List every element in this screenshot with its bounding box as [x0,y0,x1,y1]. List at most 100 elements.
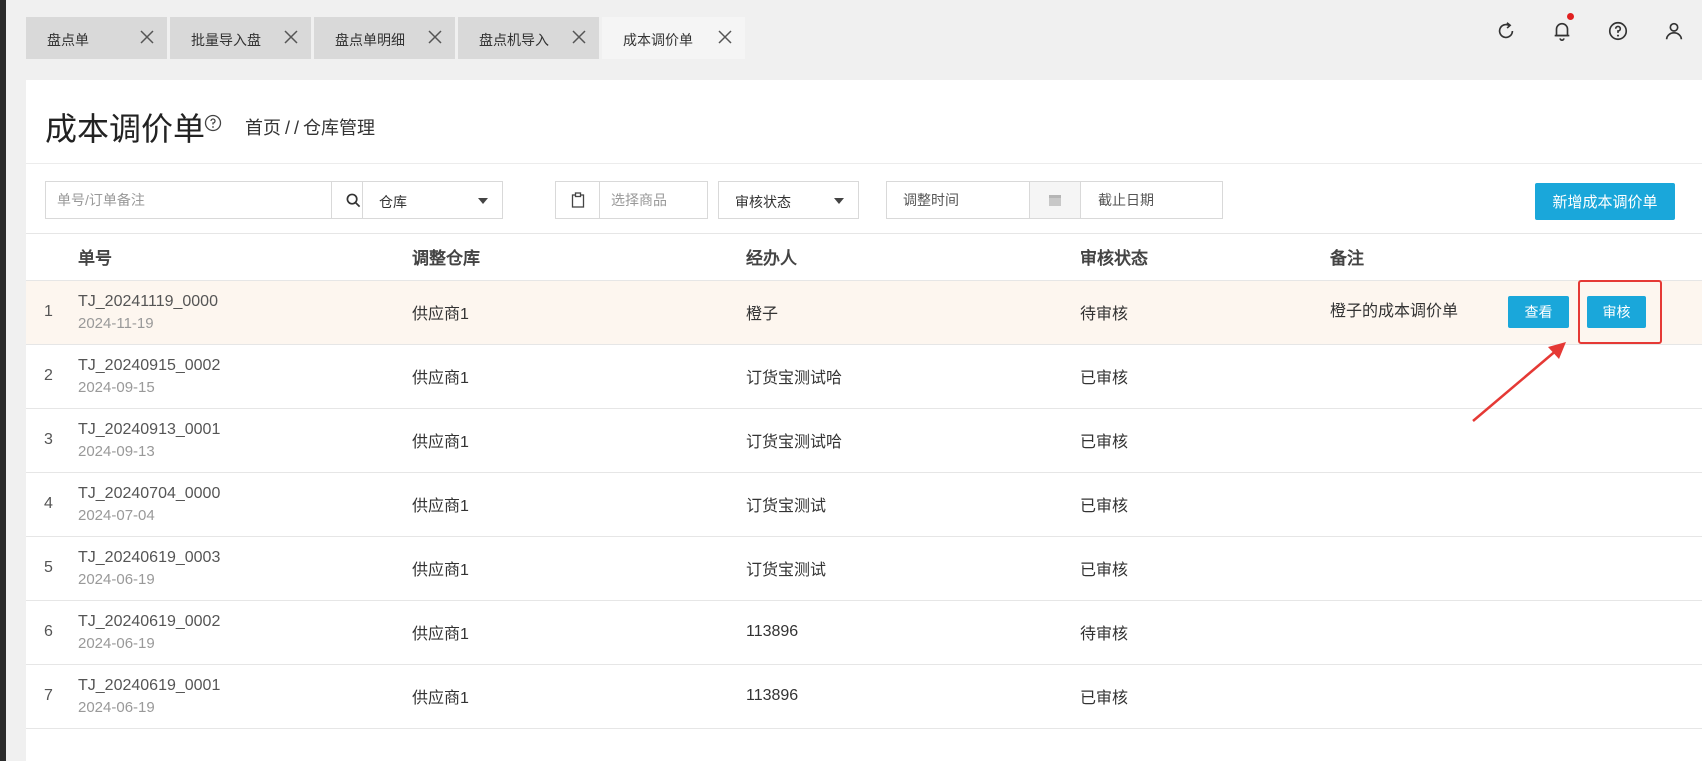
tab-inventory-count[interactable]: 盘点单 [26,17,167,59]
row-index: 5 [26,536,78,601]
order-date: 2024-06-19 [78,698,155,716]
header-operator: 经办人 [746,234,1080,281]
search-icon [346,193,361,207]
table-row[interactable]: 7 TJ_20240619_0001 2024-06-19 供应商1 113896… [26,664,1702,729]
warehouse-cell: 供应商1 [412,344,746,409]
table-row[interactable]: 2 TJ_20240915_0002 2024-09-15 供应商1 订货宝测试哈… [26,344,1702,409]
close-icon[interactable] [283,29,299,45]
header-actions [1478,13,1702,46]
order-no: TJ_20240913_0001 [78,420,221,438]
filter-bar: 仓库 审核状态 新增成本调价单 [26,164,1702,234]
header-remark: 备注 [1330,234,1702,281]
row-index: 4 [26,472,78,537]
status-select[interactable]: 审核状态 [718,181,859,219]
view-button[interactable]: 查看 [1508,296,1570,328]
annotation-arrow [1472,342,1566,422]
page-header: 成本调价单 首页 / / 仓库管理 [26,80,1702,164]
tab-label: 盘点机导入 [479,32,549,48]
order-date: 2024-07-04 [78,506,155,524]
status-cell: 已审核 [1080,664,1330,729]
breadcrumb-home[interactable]: 首页 [245,118,281,138]
table-row[interactable]: 5 TJ_20240619_0003 2024-06-19 供应商1 订货宝测试 … [26,536,1702,601]
add-cost-adjustment-button[interactable]: 新增成本调价单 [1535,183,1675,220]
warehouse-cell: 供应商1 [412,600,746,665]
warehouse-cell: 供应商1 [412,472,746,537]
remark-cell [1330,536,1702,601]
tab-label: 批量导入盘 [191,32,261,48]
order-cell: TJ_20240619_0002 2024-06-19 [78,600,412,665]
row-index: 7 [26,664,78,729]
order-cell: TJ_20240915_0002 2024-09-15 [78,344,412,409]
warehouse-cell: 供应商1 [412,408,746,473]
main-panel: 成本调价单 首页//仓库管理 仓库 审核状态 [26,80,1702,761]
remark-cell [1330,600,1702,665]
operator-cell: 订货宝测试哈 [746,408,1080,473]
audit-wrap: 审核 [1578,280,1663,344]
tab-label: 盘点单 [47,32,89,48]
order-date: 2024-06-19 [78,634,155,652]
status-cell: 已审核 [1080,344,1330,409]
operator-cell: 订货宝测试哈 [746,344,1080,409]
close-icon[interactable] [139,29,155,45]
page-title: 成本调价单 [45,111,206,147]
order-date: 2024-06-19 [78,570,155,588]
order-date: 2024-11-19 [78,314,154,332]
tab-batch-import[interactable]: 批量导入盘 [170,17,311,59]
start-date-input[interactable] [887,182,1028,218]
refresh-icon[interactable] [1478,16,1534,46]
clipboard-icon[interactable] [556,182,600,218]
window-left-edge [0,0,6,761]
remark-text: 橙子的成本调价单 [1330,303,1459,321]
breadcrumb-separator: / [285,118,291,138]
help-icon[interactable] [1590,16,1646,46]
order-cell: TJ_20240704_0000 2024-07-04 [78,472,412,537]
tab-scanner-import[interactable]: 盘点机导入 [458,17,599,59]
row-index: 2 [26,344,78,409]
table-row[interactable]: 3 TJ_20240913_0001 2024-09-13 供应商1 订货宝测试哈… [26,408,1702,473]
table-row[interactable]: 4 TJ_20240704_0000 2024-07-04 供应商1 订货宝测试 … [26,472,1702,537]
tab-count-details[interactable]: 盘点单明细 [314,17,455,59]
table-row[interactable]: 1 TJ_20241119_0000 2024-11-19 供应商1 橙子 待审核… [26,280,1702,345]
warehouse-select[interactable]: 仓库 [362,181,503,219]
close-icon[interactable] [571,29,587,45]
bell-icon[interactable] [1534,13,1590,46]
question-icon[interactable] [204,114,222,132]
tab-label: 盘点单明细 [335,32,405,48]
operator-cell: 订货宝测试 [746,536,1080,601]
warehouse-select-label: 仓库 [379,194,407,210]
status-cell: 已审核 [1080,472,1330,537]
order-no: TJ_20240619_0002 [78,612,221,630]
close-icon[interactable] [717,29,733,45]
warehouse-cell: 供应商1 [412,280,746,345]
status-cell: 待审核 [1080,600,1330,665]
order-cell: TJ_20240619_0003 2024-06-19 [78,536,412,601]
header-index [26,234,78,281]
tab-cost-adjustment[interactable]: 成本调价单 [602,17,745,59]
end-date-input[interactable] [1082,182,1222,218]
breadcrumb: 首页 / / 仓库管理 [245,114,379,140]
order-cell: TJ_20241119_0000 2024-11-19 [78,280,412,345]
search-box [45,181,376,219]
caret-down-icon [478,198,488,204]
audit-button[interactable]: 审核 [1587,296,1647,328]
tab-bar: 盘点单 批量导入盘 盘点单明细 盘点机导入 成本调价单 [6,0,1702,60]
table-row[interactable]: 6 TJ_20240619_0002 2024-06-19 供应商1 113896… [26,600,1702,665]
user-icon[interactable] [1646,16,1702,46]
remark-cell [1330,472,1702,537]
product-input[interactable] [601,182,706,218]
order-no: TJ_20240619_0001 [78,676,221,694]
order-no: TJ_20240704_0000 [78,484,221,502]
caret-down-icon [834,198,844,204]
operator-cell: 订货宝测试 [746,472,1080,537]
close-icon[interactable] [427,29,443,45]
search-input[interactable] [46,182,332,218]
order-cell: TJ_20240619_0001 2024-06-19 [78,664,412,729]
status-cell: 已审核 [1080,536,1330,601]
warehouse-cell: 供应商1 [412,664,746,729]
tab-list: 盘点单 批量导入盘 盘点单明细 盘点机导入 成本调价单 [26,17,748,59]
cost-adjustment-table: 单号 调整仓库 经办人 审核状态 备注 1 TJ_20241119_0000 20… [26,234,1702,729]
operator-cell: 橙子 [746,280,1080,345]
order-no: TJ_20240915_0002 [78,356,221,374]
order-cell: TJ_20240913_0001 2024-09-13 [78,408,412,473]
breadcrumb-warehouse[interactable]: 仓库管理 [303,118,375,138]
